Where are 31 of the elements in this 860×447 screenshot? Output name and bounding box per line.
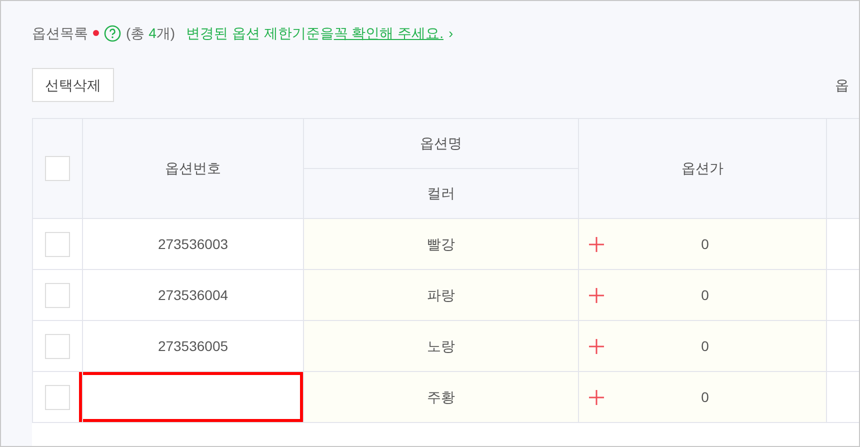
delete-selected-button[interactable]: 선택삭제 bbox=[32, 68, 114, 102]
help-icon[interactable] bbox=[104, 24, 121, 42]
table-cell: 파랑 bbox=[304, 270, 578, 320]
total-count: (총 4개) bbox=[126, 24, 176, 43]
column-header: 옵션가 bbox=[578, 118, 826, 218]
plus-icon bbox=[589, 338, 604, 354]
table-cell: 노랑 bbox=[304, 320, 578, 372]
table-cell-text: 273536003 bbox=[158, 234, 228, 254]
column-header: 옵션번호 bbox=[82, 118, 304, 218]
plus-icon bbox=[589, 236, 604, 252]
notice-text: 변경된 옵션 제한기준을 bbox=[186, 24, 334, 42]
section-title: 옵션목록 bbox=[32, 24, 88, 42]
column-header: 옵션명 bbox=[304, 118, 578, 168]
table-cell-text: 273536004 bbox=[158, 286, 228, 304]
table-cell-text: 0 bbox=[700, 234, 710, 254]
table-cell-text: 0 bbox=[700, 388, 710, 406]
plus-icon bbox=[589, 390, 604, 404]
notice-arrow[interactable]: › bbox=[448, 22, 454, 44]
checkbox[interactable] bbox=[45, 232, 70, 256]
table-cell-text: 273536005 bbox=[158, 336, 228, 356]
table-cell: 빨강 bbox=[304, 218, 578, 270]
table-cell: 주황 bbox=[304, 372, 578, 422]
checkbox[interactable] bbox=[45, 282, 70, 308]
checkbox[interactable] bbox=[45, 384, 70, 410]
notice-link[interactable]: 꼭 확인해 주세요. bbox=[334, 22, 444, 44]
plus-icon bbox=[589, 288, 604, 302]
checkbox[interactable] bbox=[45, 156, 70, 181]
table-cell-text: 0 bbox=[700, 336, 710, 356]
table-cell-text: 0 bbox=[700, 286, 710, 304]
column-label: 옵 bbox=[835, 76, 850, 94]
checkbox[interactable] bbox=[45, 334, 70, 358]
